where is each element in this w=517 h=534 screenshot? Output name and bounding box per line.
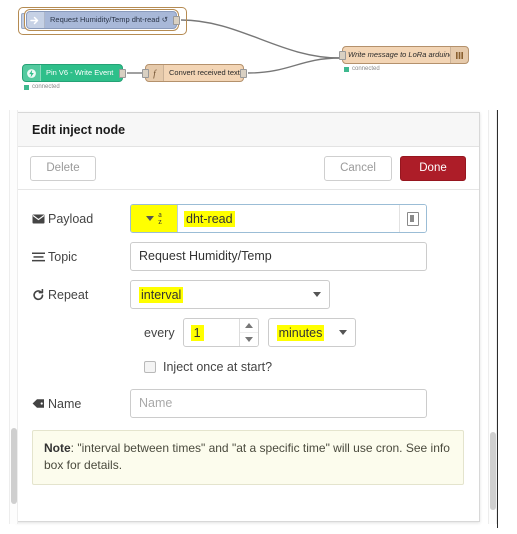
- interval-units-select[interactable]: minutes: [267, 318, 356, 347]
- stepper-arrows[interactable]: [238, 319, 258, 346]
- payload-value-text: dht-read: [184, 210, 235, 227]
- topic-input[interactable]: Request Humidity/Temp: [130, 242, 427, 271]
- serial-out-input-port[interactable]: [339, 51, 346, 60]
- stepper-decrement-button[interactable]: [240, 333, 258, 346]
- name-label-text: Name: [48, 396, 82, 411]
- svg-text:f: f: [153, 68, 157, 78]
- flow-node-blynk-pin-label: Pin V6 - Write Event: [46, 69, 114, 77]
- flow-node-function[interactable]: f Convert received text: [142, 64, 247, 82]
- inject-once-row: Inject once at start?: [130, 356, 464, 378]
- note-text: : "interval between times" and "at a spe…: [44, 441, 450, 473]
- chevron-down-icon: [244, 337, 253, 342]
- blynk-pin-status: connected: [24, 84, 60, 90]
- blynk-pin-output-port[interactable]: [119, 69, 126, 78]
- payload-typed-input[interactable]: a z dht-read: [130, 204, 427, 233]
- flow-node-inject[interactable]: Request Humidity/Temp dht-read ↺: [26, 11, 180, 29]
- status-dot-icon: [344, 66, 349, 72]
- right-scrollbar-thumb[interactable]: [490, 432, 496, 510]
- delete-button[interactable]: Delete: [30, 155, 96, 181]
- chevron-down-icon: [146, 216, 155, 221]
- note-box: Note: "interval between times" and "at a…: [32, 430, 464, 486]
- function-input-port[interactable]: [142, 69, 149, 78]
- payload-label-text: Payload: [48, 211, 94, 226]
- right-scrollbar[interactable]: [488, 110, 497, 524]
- page-title: Edit inject node: [32, 122, 126, 137]
- every-label: every: [144, 325, 175, 340]
- repeat-label: Repeat: [32, 288, 130, 302]
- flow-node-function-label: Convert received text: [169, 69, 240, 77]
- payload-type-bottom: z: [158, 217, 162, 226]
- interval-row: every 1 minutes: [130, 318, 464, 347]
- dialog-title-bar: Edit inject node: [17, 113, 479, 147]
- dialog-form: Payload a z dht-read Topic Request Humid…: [17, 190, 479, 418]
- flow-canvas[interactable]: Request Humidity/Temp dht-read ↺ Pin V6 …: [0, 0, 517, 108]
- envelope-icon: [32, 214, 48, 224]
- repeat-row: Repeat interval: [32, 280, 464, 309]
- topic-row: Topic Request Humidity/Temp: [32, 242, 464, 271]
- name-label: Name: [32, 397, 130, 411]
- flow-node-blynk-pin[interactable]: Pin V6 - Write Event: [22, 64, 126, 82]
- window-edge-divider: [497, 110, 498, 528]
- string-az-icon: a z: [158, 211, 162, 226]
- list-lines-icon: [32, 252, 48, 262]
- stepper-increment-button[interactable]: [239, 319, 258, 333]
- wire-func-to-lora: [247, 57, 341, 74]
- done-button[interactable]: Done: [400, 155, 466, 181]
- inject-once-label: Inject once at start?: [163, 360, 273, 374]
- chevron-down-icon: [338, 330, 347, 335]
- serial-port-icon: [450, 47, 468, 63]
- repeat-selected-value: interval: [139, 286, 184, 303]
- dialog-button-bar: Delete Cancel Done: [17, 147, 479, 190]
- interval-count-stepper[interactable]: 1: [182, 318, 259, 347]
- flow-node-serial-out[interactable]: Write message to LoRa arduino: [339, 46, 469, 64]
- note-prefix: Note: [44, 441, 71, 455]
- left-scrollbar[interactable]: [9, 110, 18, 524]
- chevron-up-icon: [244, 323, 253, 328]
- interval-count-input[interactable]: 1: [184, 319, 239, 346]
- payload-label: Payload: [32, 212, 130, 226]
- inject-arrow-icon: [27, 12, 45, 28]
- serial-out-status: connected: [344, 66, 380, 72]
- expand-editor-button[interactable]: [399, 205, 426, 232]
- name-input[interactable]: Name: [130, 389, 427, 418]
- left-scrollbar-thumb[interactable]: [11, 428, 17, 504]
- status-dot-icon: [24, 84, 29, 90]
- interval-units-value: minutes: [276, 324, 325, 341]
- blynk-icon: [23, 65, 41, 81]
- name-placeholder-text: Name: [139, 396, 173, 410]
- repeat-select[interactable]: interval: [130, 280, 330, 309]
- tag-icon: [32, 398, 48, 409]
- wire-inject-to-lora: [180, 19, 341, 59]
- chevron-down-icon: [313, 292, 321, 297]
- flow-node-inject-label: Request Humidity/Temp dht-read ↺: [50, 16, 169, 24]
- repeat-label-text: Repeat: [48, 287, 89, 302]
- topic-label: Topic: [32, 250, 130, 264]
- edit-inject-node-dialog: Edit inject node Delete Cancel Done Payl…: [16, 112, 480, 522]
- interval-count-value: 1: [190, 324, 204, 341]
- flow-node-serial-out-label: Write message to LoRa arduino: [348, 51, 450, 59]
- cancel-button[interactable]: Cancel: [324, 155, 392, 181]
- topic-label-text: Topic: [48, 249, 78, 264]
- name-row: Name Name: [32, 389, 464, 418]
- inject-output-port[interactable]: [173, 16, 180, 25]
- function-output-port[interactable]: [240, 69, 247, 78]
- serial-out-status-label: connected: [352, 66, 380, 72]
- payload-type-dropdown[interactable]: a z: [131, 205, 178, 232]
- payload-row: Payload a z dht-read: [32, 204, 464, 233]
- expand-editor-icon: [407, 211, 419, 226]
- inject-once-checkbox[interactable]: [144, 361, 156, 373]
- payload-value-field[interactable]: dht-read: [178, 205, 399, 232]
- refresh-icon: [32, 288, 48, 301]
- blynk-pin-status-label: connected: [32, 84, 60, 90]
- topic-value-text: Request Humidity/Temp: [139, 249, 272, 263]
